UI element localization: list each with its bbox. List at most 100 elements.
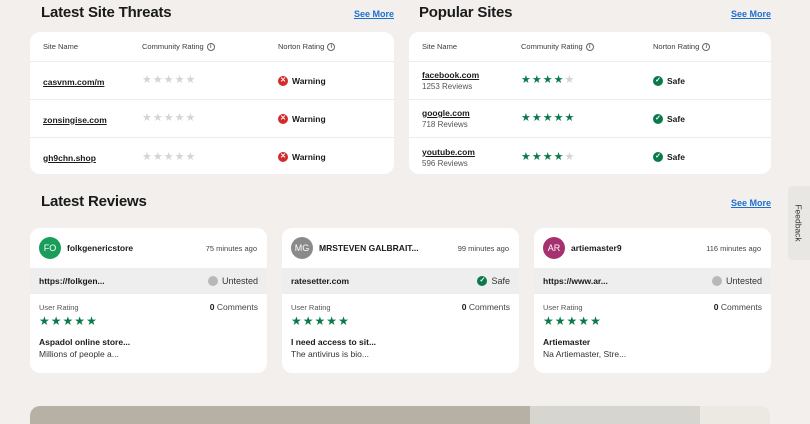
star-icon: ★ [86, 314, 97, 328]
star-icon: ★ [291, 314, 302, 328]
table-row: facebook.com 1253 Reviews ★ ★ ★ ★ ★ ✓ Safe [409, 62, 771, 100]
safe-check-icon: ✓ [653, 75, 663, 86]
star-icon: ★ [174, 150, 185, 163]
star-icon: ★ [554, 314, 566, 328]
avatar: MG [291, 237, 313, 259]
reviewed-site-link[interactable]: ratesetter.com [291, 276, 349, 286]
star-icon: ★ [564, 150, 575, 163]
norton-status: ✓ Safe [477, 276, 510, 286]
star-icon: ★ [521, 74, 531, 86]
feedback-tab[interactable]: Feedback [788, 186, 810, 260]
warning-icon: ✕ [278, 152, 288, 162]
star-icon: ★ [564, 74, 575, 86]
community-rating-stars: ★ ★ ★ ★ ★ [142, 113, 278, 124]
site-link[interactable]: google.com [422, 108, 521, 118]
star-icon: ★ [553, 74, 564, 86]
threats-table: Site Name Community Rating i Norton Ratin… [30, 32, 394, 174]
comments-count[interactable]: 0 Comments [714, 302, 762, 312]
norton-status: ✓ Safe [653, 75, 771, 86]
feedback-label: Feedback [794, 204, 804, 242]
community-rating-stars: ★ ★ ★ ★ ★ [521, 150, 653, 163]
star-icon: ★ [142, 150, 152, 163]
norton-status: Untested [207, 276, 258, 286]
star-icon: ★ [163, 150, 174, 163]
reviews-see-more-link[interactable]: See More [731, 198, 771, 208]
site-link[interactable]: zonsingise.com [43, 115, 107, 125]
untested-icon [711, 276, 722, 286]
norton-status: ✕ Warning [278, 75, 394, 86]
popular-title: Popular Sites [419, 4, 513, 21]
star-icon: ★ [142, 74, 152, 86]
popular-see-more-link[interactable]: See More [731, 9, 771, 19]
review-text: Millions of people a... [39, 349, 119, 359]
star-icon: ★ [185, 112, 196, 124]
threats-rows: casvnm.com/m ★ ★ ★ ★ ★ ✕ Warning zonsingise.com ★… [30, 62, 394, 176]
community-rating-stars: ★ ★ ★ ★ ★ [521, 113, 653, 124]
reviews-title: Latest Reviews [41, 193, 147, 210]
star-icon: ★ [338, 314, 349, 328]
reviewer-name[interactable]: folkgenericstore [67, 243, 206, 253]
review-time: 99 minutes ago [457, 243, 509, 253]
star-icon: ★ [174, 74, 185, 86]
col-community-rating: Community Rating i [142, 42, 278, 51]
user-rating-stars: ★ ★ ★ ★ ★ [39, 315, 258, 327]
table-row: gh9chn.shop ★ ★ ★ ★ ★ ✕ Warning [30, 138, 394, 176]
reviews-count: 596 Reviews [422, 158, 468, 168]
site-link[interactable]: gh9chn.shop [43, 153, 96, 163]
safe-check-icon: ✓ [477, 276, 488, 286]
review-title: Artiemaster [543, 337, 591, 347]
comments-count[interactable]: 0 Comments [462, 302, 510, 312]
site-link[interactable]: casvnm.com/m [43, 77, 104, 87]
user-rating-label: User Rating [291, 302, 331, 312]
star-icon: ★ [326, 314, 338, 328]
star-icon: ★ [163, 112, 174, 124]
reviewed-site-bar: https://folkgen... Untested [30, 268, 267, 294]
untested-icon [207, 276, 218, 286]
info-icon[interactable]: i [327, 43, 336, 51]
star-icon: ★ [521, 112, 531, 124]
info-icon[interactable]: i [206, 43, 215, 51]
star-icon: ★ [531, 112, 542, 124]
review-card[interactable]: FO folkgenericstore 75 minutes ago https://… [30, 228, 267, 373]
star-icon: ★ [314, 314, 326, 328]
star-icon: ★ [152, 150, 163, 163]
star-icon: ★ [163, 74, 174, 86]
norton-status: ✓ Safe [653, 113, 771, 124]
threats-see-more-link[interactable]: See More [354, 9, 394, 19]
site-link[interactable]: youtube.com [422, 147, 521, 157]
info-icon[interactable]: i [585, 43, 594, 51]
reviews-count: 718 Reviews [422, 120, 468, 129]
reviewer-name[interactable]: MRSTEVEN GALBRAIT... [319, 243, 458, 253]
safe-check-icon: ✓ [653, 113, 663, 124]
comments-count[interactable]: 0 Comments [210, 302, 258, 312]
col-norton-rating: Norton Rating i [278, 42, 394, 51]
star-icon: ★ [50, 314, 62, 328]
star-icon: ★ [578, 314, 590, 328]
reviewed-site-link[interactable]: https://www.ar... [543, 276, 608, 286]
threats-table-header: Site Name Community Rating i Norton Ratin… [30, 32, 394, 62]
star-icon: ★ [542, 74, 553, 86]
reviewed-site-link[interactable]: https://folkgen... [39, 276, 105, 286]
star-icon: ★ [553, 150, 564, 163]
promo-banner-image [30, 406, 770, 424]
info-icon[interactable]: i [702, 43, 711, 51]
table-row: zonsingise.com ★ ★ ★ ★ ★ ✕ Warning [30, 100, 394, 138]
table-row: google.com 718 Reviews ★ ★ ★ ★ ★ ✓ Safe [409, 100, 771, 138]
popular-header: Popular Sites See More [419, 4, 771, 21]
reviewer-name[interactable]: artiemaster9 [571, 243, 706, 253]
site-link[interactable]: facebook.com [422, 70, 521, 80]
norton-status: ✕ Warning [278, 152, 394, 162]
star-icon: ★ [553, 112, 564, 124]
star-icon: ★ [174, 112, 185, 124]
user-rating-label: User Rating [39, 302, 79, 312]
community-rating-stars: ★ ★ ★ ★ ★ [142, 150, 278, 163]
reviewed-site-bar: https://www.ar... Untested [534, 268, 771, 294]
review-card[interactable]: MG MRSTEVEN GALBRAIT... 99 minutes ago rate… [282, 228, 519, 373]
norton-status: ✕ Warning [278, 113, 394, 124]
review-title: Aspadol online store... [39, 337, 131, 347]
user-rating-label: User Rating [543, 302, 583, 312]
user-rating-stars: ★ ★ ★ ★ ★ [291, 315, 510, 327]
review-card[interactable]: AR artiemaster9 116 minutes ago https://www… [534, 228, 771, 373]
star-icon: ★ [531, 150, 542, 163]
avatar: AR [543, 237, 565, 259]
